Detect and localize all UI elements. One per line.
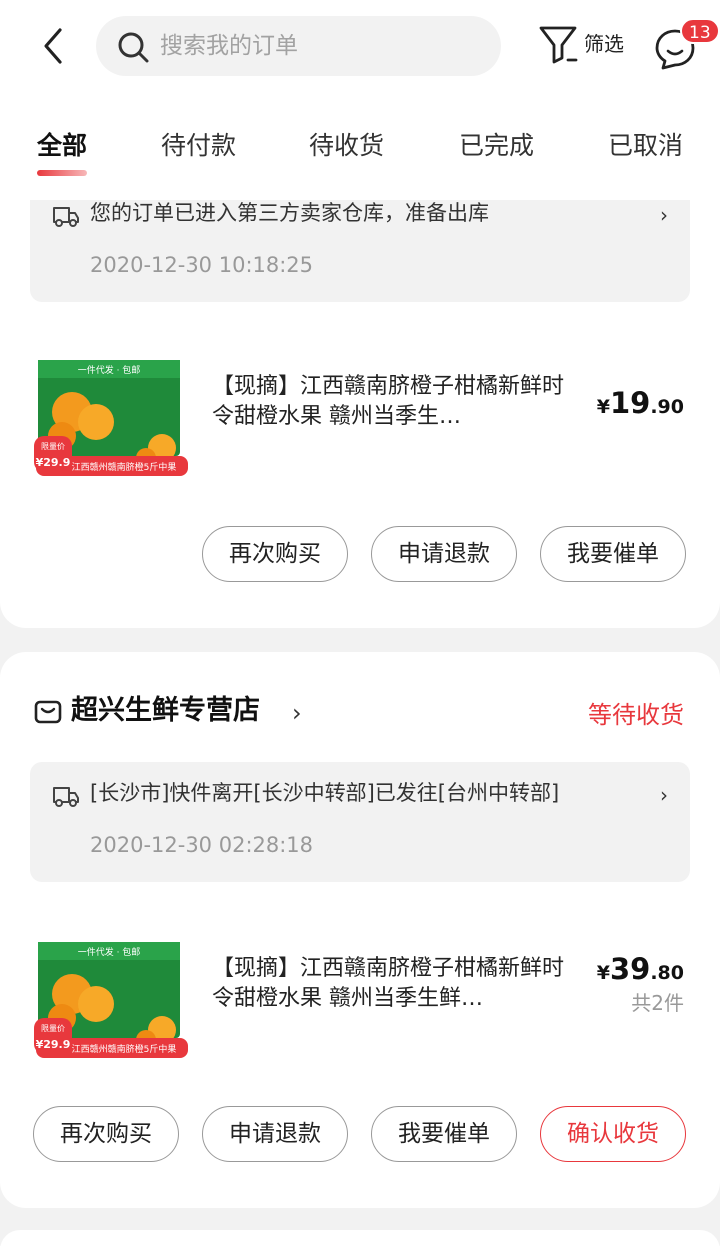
search-icon xyxy=(118,32,149,63)
product-image[interactable]: 一件代发 · 包邮 江西赣州赣南脐橙5斤中果 限量价 ¥29.9 xyxy=(34,354,190,478)
order-card-partial xyxy=(0,1230,720,1246)
buy-again-button[interactable]: 再次购买 xyxy=(33,1106,179,1162)
price-decimal: .80 xyxy=(650,962,684,984)
product-quantity: 共2件 xyxy=(631,991,684,1015)
product-image-promo: 限量价 xyxy=(41,442,65,451)
tab-pending-receipt[interactable]: 待收货 xyxy=(309,124,384,168)
filter-label: 筛选 xyxy=(584,32,624,56)
price-integer: 19 xyxy=(609,386,651,420)
product-image-caption: 江西赣州赣南脐橙5斤中果 xyxy=(72,461,177,473)
product-title[interactable]: 【现摘】江西赣南脐橙子柑橘新鲜时令甜橙水果 赣州当季生鲜… xyxy=(212,954,582,1014)
shop-name[interactable]: 超兴生鲜专营店 xyxy=(71,694,260,728)
truck-icon xyxy=(53,207,79,227)
product-image-top-text: 一件代发 · 包邮 xyxy=(78,946,141,958)
message-button[interactable]: 13 xyxy=(652,18,720,74)
buy-again-button[interactable]: 再次购买 xyxy=(202,526,348,582)
filter-button[interactable]: 筛选 xyxy=(536,20,628,70)
tab-completed[interactable]: 已完成 xyxy=(459,124,534,168)
search-bar[interactable]: 搜索我的订单 xyxy=(96,16,501,76)
tab-cancelled[interactable]: 已取消 xyxy=(608,124,683,168)
chevron-right-icon: › xyxy=(660,783,668,807)
urge-shipment-button[interactable]: 我要催单 xyxy=(371,1106,517,1162)
product-price: ¥39.80 xyxy=(597,954,684,989)
message-badge: 13 xyxy=(680,18,720,44)
truck-icon xyxy=(53,787,79,807)
logistics-info[interactable]: 您的订单已进入第三方卖家仓库，准备出库 2020-12-30 10:18:25 … xyxy=(30,182,690,302)
header: 搜索我的订单 筛选 13 全部 待付款 待收货 已完成 已取消 xyxy=(0,0,720,200)
logistics-info[interactable]: [长沙市]快件离开[长沙中转部]已发往[台州中转部] 2020-12-30 02… xyxy=(30,762,690,882)
chevron-right-icon[interactable]: › xyxy=(292,698,302,728)
price-currency: ¥ xyxy=(596,396,610,418)
search-placeholder[interactable]: 搜索我的订单 xyxy=(160,31,298,61)
request-refund-button[interactable]: 申请退款 xyxy=(202,1106,348,1162)
order-tabs: 全部 待付款 待收货 已完成 已取消 xyxy=(0,124,720,180)
logistics-text: 您的订单已进入第三方卖家仓库，准备出库 xyxy=(90,201,489,225)
back-button[interactable] xyxy=(36,26,76,66)
active-tab-indicator xyxy=(37,170,87,176)
product-image[interactable]: 一件代发 · 包邮 江西赣州赣南脐橙5斤中果 限量价 ¥29.9 xyxy=(34,936,190,1060)
price-currency: ¥ xyxy=(596,962,610,984)
logistics-time: 2020-12-30 10:18:25 xyxy=(90,253,314,277)
product-image-price: ¥29.9 xyxy=(36,456,71,469)
request-refund-button[interactable]: 申请退款 xyxy=(371,526,517,582)
logistics-time: 2020-12-30 02:28:18 xyxy=(90,833,314,857)
tab-all[interactable]: 全部 xyxy=(37,124,87,168)
urge-shipment-button[interactable]: 我要催单 xyxy=(540,526,686,582)
order-card: 超兴生鲜专营店 › 等待收货 [长沙市]快件离开[长沙中转部]已发往[台州中转部… xyxy=(0,652,720,1208)
price-decimal: .90 xyxy=(650,396,684,418)
product-image-caption: 江西赣州赣南脐橙5斤中果 xyxy=(72,1043,177,1055)
product-title[interactable]: 【现摘】江西赣南脐橙子柑橘新鲜时令甜橙水果 赣州当季生… xyxy=(212,372,582,432)
filter-icon xyxy=(539,26,578,64)
order-card: 您的订单已进入第三方卖家仓库，准备出库 2020-12-30 10:18:25 … xyxy=(0,150,720,628)
product-price: ¥19.90 xyxy=(597,388,684,423)
product-image-price: ¥29.9 xyxy=(36,1038,71,1051)
logistics-text: [长沙市]快件离开[长沙中转部]已发往[台州中转部] xyxy=(90,781,560,805)
product-image-promo: 限量价 xyxy=(41,1024,65,1033)
product-image-top-text: 一件代发 · 包邮 xyxy=(78,364,141,376)
shop-icon xyxy=(34,700,62,724)
order-status: 等待收货 xyxy=(588,701,684,729)
chevron-right-icon: › xyxy=(660,203,668,227)
back-icon xyxy=(44,28,62,64)
tab-pending-payment[interactable]: 待付款 xyxy=(161,124,236,168)
price-integer: 39 xyxy=(609,952,651,986)
confirm-receipt-button[interactable]: 确认收货 xyxy=(540,1106,686,1162)
